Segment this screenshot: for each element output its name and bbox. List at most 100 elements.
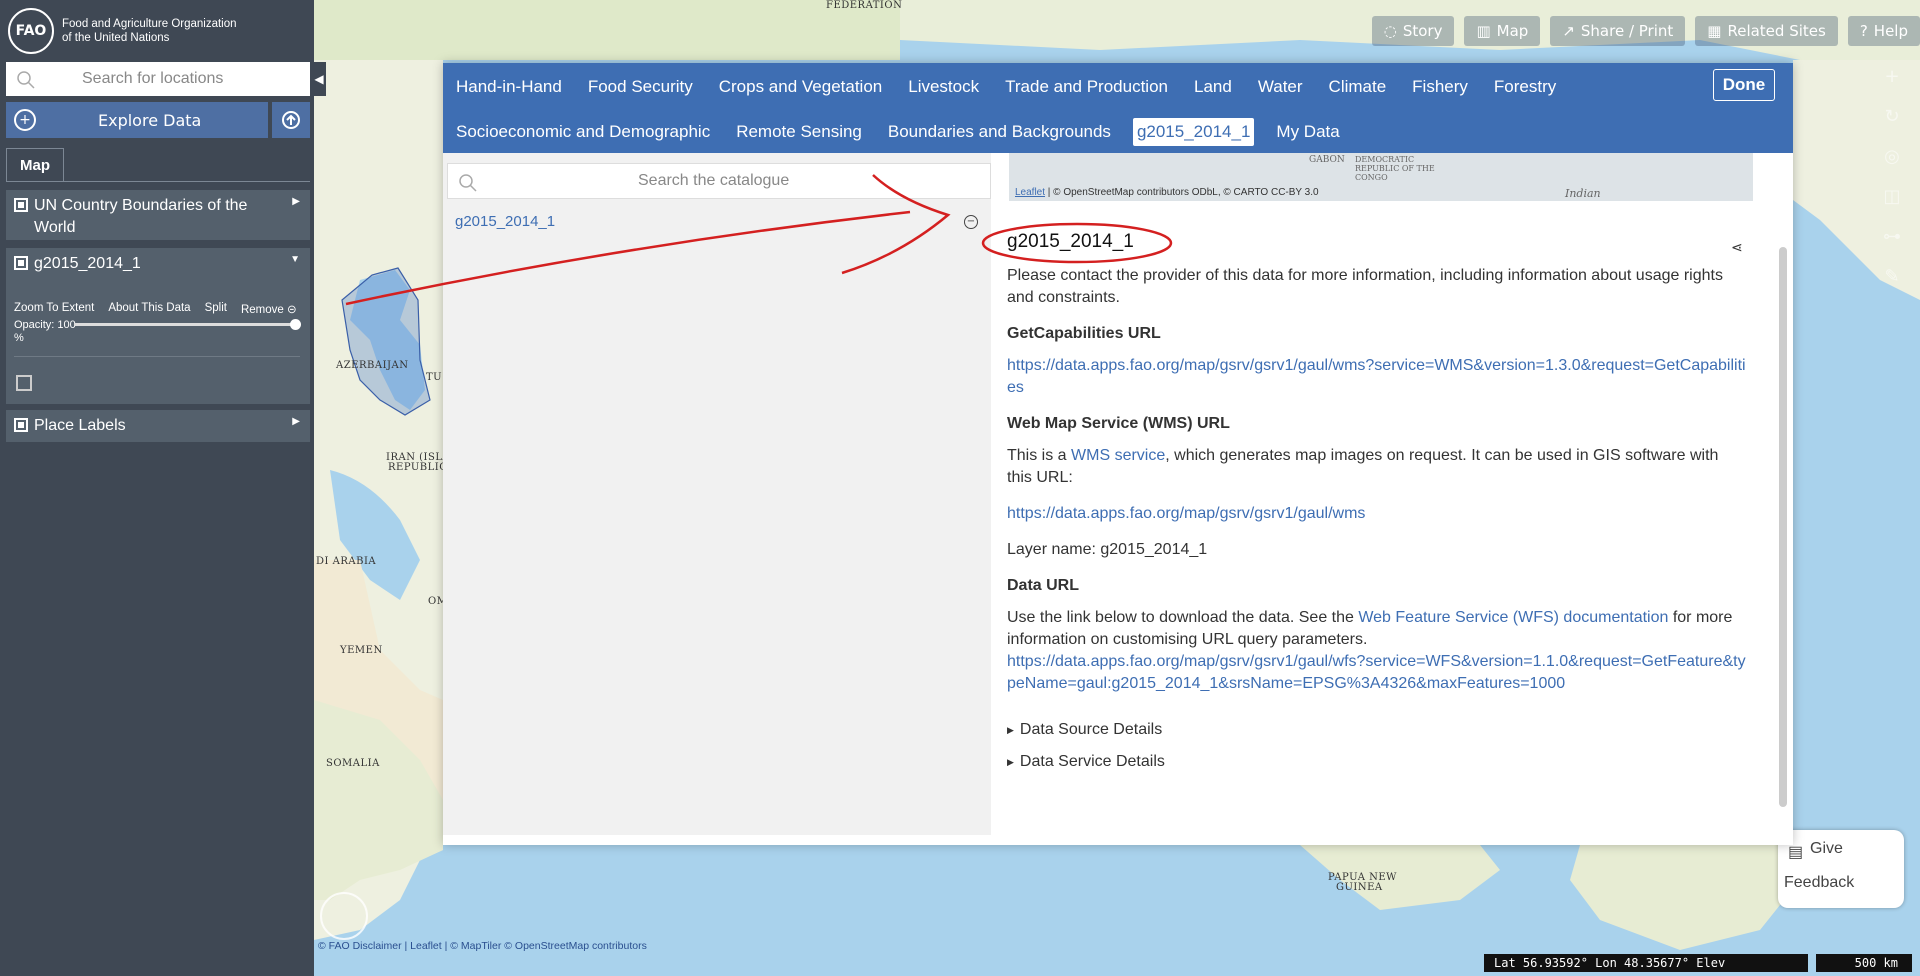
split-view-button[interactable]: ◫ <box>1872 176 1912 216</box>
map-label: SOMALIA <box>326 758 380 769</box>
tab-trade-and-production[interactable]: Trade and Production <box>1001 73 1172 101</box>
fao-logo[interactable]: FAO Food and Agriculture Organization of… <box>8 8 237 54</box>
story-button[interactable]: ◌ Story <box>1371 16 1455 46</box>
catalogue-tabs-row-1: Hand-in-Hand Food Security Crops and Veg… <box>443 73 1569 101</box>
layer-controls: Zoom To Extent About This Data Split Rem… <box>14 302 297 316</box>
legend-swatch <box>16 375 32 391</box>
layer-visibility-checkbox[interactable] <box>14 198 28 212</box>
tab-remote-sensing[interactable]: Remote Sensing <box>732 118 866 146</box>
scale-bar: 500 km <box>1816 954 1912 972</box>
layer-place-labels[interactable]: Place Labels ▶ <box>6 410 310 442</box>
catalogue-header: Hand-in-Hand Food Security Crops and Veg… <box>443 63 1793 153</box>
reset-view-button[interactable]: ↻ <box>1872 96 1912 136</box>
my-location-button[interactable]: ◎ <box>1872 136 1912 176</box>
give-feedback-button[interactable]: ▤ Give Feedback <box>1778 830 1904 908</box>
data-url-description: Use the link below to download the data.… <box>1007 609 1746 692</box>
tab-boundaries-and-backgrounds[interactable]: Boundaries and Backgrounds <box>884 118 1115 146</box>
fao-watermark-icon <box>320 892 368 940</box>
catalogue-item[interactable]: g2015_2014_1 <box>455 213 555 230</box>
wfs-documentation-link[interactable]: Web Feature Service (WFS) documentation <box>1358 609 1668 626</box>
upload-data-button[interactable] <box>272 102 310 138</box>
tab-my-data[interactable]: My Data <box>1272 118 1343 146</box>
fao-emblem-icon: FAO <box>8 8 54 54</box>
tab-livestock[interactable]: Livestock <box>904 73 983 101</box>
tab-land[interactable]: Land <box>1190 73 1236 101</box>
preview-attribution: Leaflet | © OpenStreetMap contributors O… <box>1015 187 1319 198</box>
map-navigation-tools: + ↻ ◎ ◫ ⊶ ✎ <box>1872 56 1912 296</box>
data-url-link[interactable]: https://data.apps.fao.org/map/gsrv/gsrv1… <box>1007 653 1746 692</box>
zoom-in-button[interactable]: + <box>1872 56 1912 96</box>
share-icon[interactable]: ⋖ <box>1731 239 1743 256</box>
layer-un-country-boundaries[interactable]: UN Country Boundaries of the World ▶ <box>6 190 310 240</box>
tab-map[interactable]: Map <box>6 148 64 181</box>
caret-right-icon: ▶ <box>1007 725 1014 735</box>
layer-name: Place Labels <box>34 417 126 434</box>
collapse-sidebar-button[interactable]: ◀ <box>312 62 326 96</box>
share-icon: ↗ <box>1562 22 1575 40</box>
split-icon: ◫ <box>1883 185 1901 207</box>
layer-visibility-checkbox[interactable] <box>14 418 28 432</box>
getcapabilities-link[interactable]: https://data.apps.fao.org/map/gsrv/gsrv1… <box>1007 357 1746 396</box>
map-top-toolbar: ◌ Story ▥ Map ↗ Share / Print ▦ Related Site… <box>1371 16 1920 46</box>
location-search-input[interactable]: Search for locations <box>6 62 310 96</box>
catalogue-search-input[interactable]: Search the catalogue <box>447 163 991 199</box>
wms-service-link[interactable]: WMS service <box>1071 447 1165 464</box>
wms-url-link[interactable]: https://data.apps.fao.org/map/gsrv/gsrv1… <box>1007 505 1365 522</box>
fao-disclaimer-link[interactable]: © FAO Disclaimer <box>318 940 402 952</box>
search-icon <box>17 71 35 89</box>
upload-icon <box>282 111 300 129</box>
remove-from-map-icon[interactable]: − <box>964 215 978 229</box>
help-icon: ? <box>1859 22 1868 40</box>
split-button[interactable]: Split <box>205 302 227 316</box>
map-icon: ▥ <box>1476 22 1491 40</box>
map-label: AZERBAIJAN <box>336 360 409 371</box>
layer-visibility-checkbox[interactable] <box>14 256 28 270</box>
map-button[interactable]: ▥ Map <box>1464 16 1541 46</box>
chevron-right-icon[interactable]: ▶ <box>292 416 300 427</box>
tab-hand-in-hand[interactable]: Hand-in-Hand <box>452 73 566 101</box>
caret-right-icon: ▶ <box>1007 757 1014 767</box>
leaflet-link[interactable]: Leaflet <box>410 940 442 952</box>
map-label: DI ARABIA <box>316 556 377 567</box>
tab-forestry[interactable]: Forestry <box>1490 73 1560 101</box>
tab-food-security[interactable]: Food Security <box>584 73 697 101</box>
dataset-preview-map[interactable]: GABON DEMOCRATIC REPUBLIC OF THE CONGO I… <box>1009 153 1753 201</box>
chevron-down-icon[interactable]: ▼ <box>290 254 300 265</box>
measure-icon: ⊶ <box>1883 225 1901 247</box>
chevron-right-icon[interactable]: ▶ <box>292 196 300 207</box>
data-source-details-toggle[interactable]: ▶ Data Source Details <box>1007 719 1747 741</box>
map-label: REPUBLIC <box>388 462 448 473</box>
opacity-slider[interactable] <box>74 319 301 330</box>
map-label: TU <box>426 372 443 383</box>
data-service-details-toggle[interactable]: ▶ Data Service Details <box>1007 751 1747 773</box>
map-label: YEMEN <box>340 645 383 656</box>
about-this-data-button[interactable]: About This Data <box>108 302 190 316</box>
draw-button[interactable]: ✎ <box>1872 256 1912 296</box>
slider-handle[interactable] <box>290 319 301 330</box>
explore-data-button[interactable]: + Explore Data <box>6 102 268 138</box>
measure-button[interactable]: ⊶ <box>1872 216 1912 256</box>
tab-climate[interactable]: Climate <box>1325 73 1391 101</box>
tab-fishery[interactable]: Fishery <box>1408 73 1472 101</box>
done-button[interactable]: Done <box>1713 69 1775 101</box>
help-button[interactable]: ? Help <box>1847 16 1920 46</box>
tab-g2015-2014-1[interactable]: g2015_2014_1 <box>1132 118 1255 146</box>
section-heading: Web Map Service (WMS) URL <box>1007 415 1230 432</box>
map-label: GUINEA <box>1336 882 1383 893</box>
details-scrollbar[interactable] <box>1779 247 1787 807</box>
share-print-button[interactable]: ↗ Share / Print <box>1550 16 1686 46</box>
org-name: Food and Agriculture Organization of the… <box>62 18 237 44</box>
minus-circle-icon: ⊝ <box>287 304 297 316</box>
tab-crops-and-vegetation[interactable]: Crops and Vegetation <box>715 73 887 101</box>
intro-text: Please contact the provider of this data… <box>1007 267 1723 306</box>
pencil-icon: ✎ <box>1884 265 1900 287</box>
data-catalogue-modal: Hand-in-Hand Food Security Crops and Veg… <box>443 63 1793 845</box>
remove-button[interactable]: Remove ⊝ <box>241 302 297 316</box>
tab-socioeconomic[interactable]: Socioeconomic and Demographic <box>452 118 714 146</box>
leaflet-link[interactable]: Leaflet <box>1015 187 1045 198</box>
tab-water[interactable]: Water <box>1254 73 1307 101</box>
dataset-description: Please contact the provider of this data… <box>1007 265 1747 783</box>
zoom-to-extent-button[interactable]: Zoom To Extent <box>14 302 94 316</box>
divider <box>14 356 300 357</box>
related-sites-button[interactable]: ▦ Related Sites <box>1695 16 1838 46</box>
